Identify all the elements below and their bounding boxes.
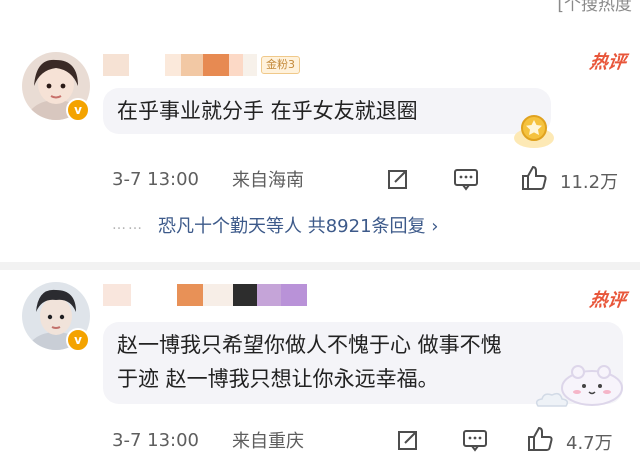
username-row[interactable] (103, 284, 307, 306)
verified-badge-icon: v (66, 98, 90, 122)
comment-source: 来自重庆 (232, 431, 304, 452)
cloud-sticker-icon (535, 392, 569, 407)
hot-comment-label: 热评 (588, 52, 628, 73)
replies-text: 恐凡十个勤天等人 共8921条回复 › (158, 216, 439, 237)
replies-dots: …… (112, 217, 144, 233)
share-icon[interactable] (386, 167, 410, 191)
comment-icon[interactable] (453, 167, 479, 191)
like-icon[interactable] (520, 164, 548, 192)
comment-2: v 热评 赵一博我只希望你做人不愧于心 做事不愧 于迹 赵一博我只想让你永远幸福… (0, 270, 640, 459)
verified-badge-icon: v (66, 328, 90, 352)
comment-time: 3-7 13:00 (112, 429, 199, 451)
comment-1: v 金粉3 热评 在乎事业就分手 在乎女友就退圈 3-7 13:00 来自海南 … (0, 0, 640, 268)
like-count: 11.2万 (560, 172, 619, 193)
username-blur (103, 284, 131, 306)
comment-source: 来自海南 (232, 170, 304, 191)
username-blur (103, 54, 129, 76)
comment-divider (0, 262, 640, 270)
like-count: 4.7万 (566, 433, 613, 454)
gold-medal-sticker-icon (514, 115, 554, 148)
comment-meta: 3-7 13:00 来自重庆 (112, 425, 640, 455)
fans-badge: 金粉3 (261, 56, 300, 74)
replies-link[interactable]: …… 恐凡十个勤天等人 共8921条回复 › (112, 212, 438, 238)
username-row[interactable]: 金粉3 (103, 54, 300, 76)
comment-text: 在乎事业就分手 在乎女友就退圈 (117, 99, 418, 123)
comment-icon[interactable] (462, 428, 488, 452)
like-icon[interactable] (526, 425, 554, 453)
comment-text-line-1: 赵一博我只希望你做人不愧于心 做事不愧 (117, 333, 502, 357)
comment-text-bubble: 在乎事业就分手 在乎女友就退圈 (103, 88, 551, 134)
comment-time: 3-7 13:00 (112, 168, 199, 190)
hot-comment-label: 热评 (588, 290, 628, 311)
share-icon[interactable] (396, 428, 420, 452)
